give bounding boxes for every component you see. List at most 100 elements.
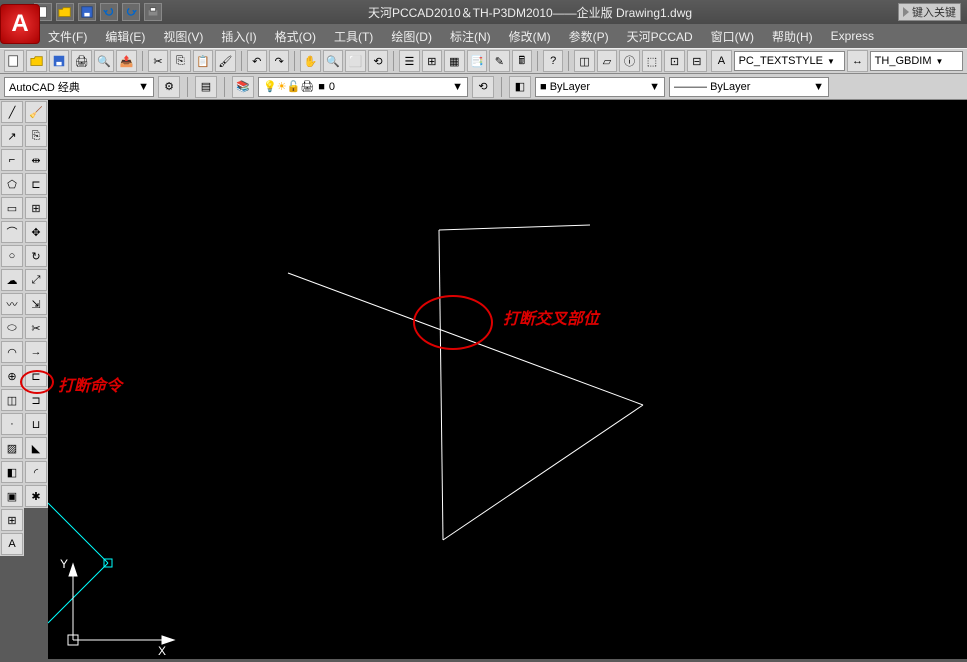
menu-insert[interactable]: 插入(I) [213, 26, 264, 47]
tb-zoomwin-icon[interactable]: ⬜ [345, 50, 365, 72]
qat-redo-icon[interactable] [122, 3, 140, 21]
menu-modify[interactable]: 修改(M) [501, 26, 559, 47]
modify-extend-icon[interactable]: → [25, 341, 47, 363]
linetype-dropdown[interactable]: ——— ByLayer▼ [669, 77, 829, 97]
tb-area-icon[interactable]: ▱ [597, 50, 617, 72]
tb-layerstate-icon[interactable]: 📚 [232, 76, 254, 98]
menu-dimension[interactable]: 标注(N) [442, 26, 499, 47]
tb-tool1-icon[interactable]: ⬚ [642, 50, 662, 72]
modify-offset-icon[interactable]: ⊏ [25, 173, 47, 195]
draw-table-icon[interactable]: ⊞ [1, 509, 23, 531]
modify-trim-icon[interactable]: ✂ [25, 317, 47, 339]
menu-draw[interactable]: 绘图(D) [383, 26, 440, 47]
qat-open-icon[interactable] [56, 3, 74, 21]
draw-spline-icon[interactable]: 〰 [1, 293, 23, 315]
tb-zoomprev-icon[interactable]: ⟲ [368, 50, 388, 72]
modify-explode-icon[interactable]: ✱ [25, 485, 47, 507]
keyword-search-button[interactable]: 键入关键 [898, 3, 961, 21]
dimstyle-dropdown[interactable]: TH_GBDIM▼ [870, 51, 963, 71]
modify-scale-icon[interactable]: ⤢ [25, 269, 47, 291]
tb-copy-icon[interactable]: ⎘ [170, 50, 190, 72]
tb-zoom-icon[interactable]: 🔍 [323, 50, 343, 72]
menu-tools[interactable]: 工具(T) [326, 26, 381, 47]
tb-cut-icon[interactable]: ✂ [148, 50, 168, 72]
draw-line-icon[interactable]: ╱ [1, 101, 23, 123]
draw-ellipse-icon[interactable]: ⬭ [1, 317, 23, 339]
draw-rectangle-icon[interactable]: ▭ [1, 197, 23, 219]
qat-print-icon[interactable] [144, 3, 162, 21]
menu-edit[interactable]: 编辑(E) [97, 26, 153, 47]
menu-view[interactable]: 视图(V) [155, 26, 211, 47]
tb-tool3-icon[interactable]: ⊟ [687, 50, 707, 72]
tb-textstyle-icon[interactable]: A [711, 50, 731, 72]
tb-colorbtn-icon[interactable]: ◧ [509, 76, 531, 98]
modify-erase-icon[interactable]: 🧹 [25, 101, 47, 123]
layer-dropdown[interactable]: 💡☀🔓🖨■ 0 ▼ [258, 77, 468, 97]
draw-arc-icon[interactable]: ⌒ [1, 221, 23, 243]
tb-layermgr-icon[interactable]: ▤ [195, 76, 217, 98]
menu-express[interactable]: Express [823, 27, 882, 45]
tb-layerprev-icon[interactable]: ⟲ [472, 76, 494, 98]
tb-toolpalette-icon[interactable]: ▦ [444, 50, 464, 72]
tb-sheetset-icon[interactable]: 📑 [467, 50, 487, 72]
draw-ellipsearc-icon[interactable]: ◠ [1, 341, 23, 363]
modify-move-icon[interactable]: ✥ [25, 221, 47, 243]
modify-fillet-icon[interactable]: ◜ [25, 461, 47, 483]
menu-params[interactable]: 参数(P) [561, 26, 617, 47]
tb-tool2-icon[interactable]: ⊡ [664, 50, 684, 72]
tb-calc-icon[interactable]: 🖩 [512, 50, 532, 72]
draw-toolbar: ╱ ↗ ⌐ ⬠ ▭ ⌒ ○ ☁ 〰 ⬭ ◠ ⊕ ◫ · ▨ ◧ ▣ ⊞ A [0, 100, 24, 556]
tb-open-icon[interactable] [26, 50, 46, 72]
menu-window[interactable]: 窗口(W) [703, 26, 762, 47]
tb-info-icon[interactable]: ⓘ [619, 50, 639, 72]
modify-rotate-icon[interactable]: ↻ [25, 245, 47, 267]
titlebar: 天河PCCAD2010＆TH-P3DM2010——企业版 Drawing1.dw… [0, 0, 967, 24]
tb-matchprop-icon[interactable]: 🖌 [215, 50, 235, 72]
tb-pan-icon[interactable]: ✋ [300, 50, 320, 72]
tb-markup-icon[interactable]: ✎ [489, 50, 509, 72]
draw-revcloud-icon[interactable]: ☁ [1, 269, 23, 291]
modify-chamfer-icon[interactable]: ◣ [25, 437, 47, 459]
draw-region-icon[interactable]: ▣ [1, 485, 23, 507]
tb-save-icon[interactable] [49, 50, 69, 72]
workspace-dropdown[interactable]: AutoCAD 经典▼ [4, 77, 154, 97]
modify-mirror-icon[interactable]: ⇹ [25, 149, 47, 171]
draw-point-icon[interactable]: · [1, 413, 23, 435]
draw-polygon-icon[interactable]: ⬠ [1, 173, 23, 195]
draw-circle-icon[interactable]: ○ [1, 245, 23, 267]
drawing-canvas[interactable]: Y X 打断交叉部位 打断命令 [48, 100, 967, 659]
menu-format[interactable]: 格式(O) [267, 26, 324, 47]
tb-dimstyle-icon[interactable]: ↔ [847, 50, 867, 72]
app-menu-button[interactable]: A [0, 4, 40, 44]
modify-join-icon[interactable]: ⊔ [25, 413, 47, 435]
menu-pccad[interactable]: 天河PCCAD [619, 26, 701, 47]
draw-mtext-icon[interactable]: A [1, 533, 23, 555]
draw-xline-icon[interactable]: ↗ [1, 125, 23, 147]
tb-designcenter-icon[interactable]: ⊞ [422, 50, 442, 72]
tb-block-icon[interactable]: ◫ [574, 50, 594, 72]
tb-wssettings-icon[interactable]: ⚙ [158, 76, 180, 98]
menu-file[interactable]: 文件(F) [40, 26, 95, 47]
modify-array-icon[interactable]: ⊞ [25, 197, 47, 219]
tb-help-icon[interactable]: ? [543, 50, 563, 72]
qat-undo-icon[interactable] [100, 3, 118, 21]
tb-publish-icon[interactable]: 📤 [116, 50, 136, 72]
draw-hatch-icon[interactable]: ▨ [1, 437, 23, 459]
menu-help[interactable]: 帮助(H) [764, 26, 821, 47]
color-dropdown[interactable]: ■ ByLayer▼ [535, 77, 665, 97]
draw-block-icon[interactable]: ◫ [1, 389, 23, 411]
qat-save-icon[interactable] [78, 3, 96, 21]
draw-pline-icon[interactable]: ⌐ [1, 149, 23, 171]
tb-undo-icon[interactable]: ↶ [247, 50, 267, 72]
textstyle-dropdown[interactable]: PC_TEXTSTYLE▼ [734, 51, 846, 71]
draw-gradient-icon[interactable]: ◧ [1, 461, 23, 483]
tb-paste-icon[interactable]: 📋 [193, 50, 213, 72]
modify-copy-icon[interactable]: ⎘ [25, 125, 47, 147]
tb-properties-icon[interactable]: ☰ [399, 50, 419, 72]
properties-toolbar: AutoCAD 经典▼ ⚙ ▤ 📚 💡☀🔓🖨■ 0 ▼ ⟲ ◧ ■ ByLaye… [0, 74, 967, 100]
modify-stretch-icon[interactable]: ⇲ [25, 293, 47, 315]
tb-printpreview-icon[interactable]: 🔍 [94, 50, 114, 72]
tb-print-icon[interactable]: 🖨 [71, 50, 91, 72]
tb-redo-icon[interactable]: ↷ [269, 50, 289, 72]
tb-new-icon[interactable] [4, 50, 24, 72]
